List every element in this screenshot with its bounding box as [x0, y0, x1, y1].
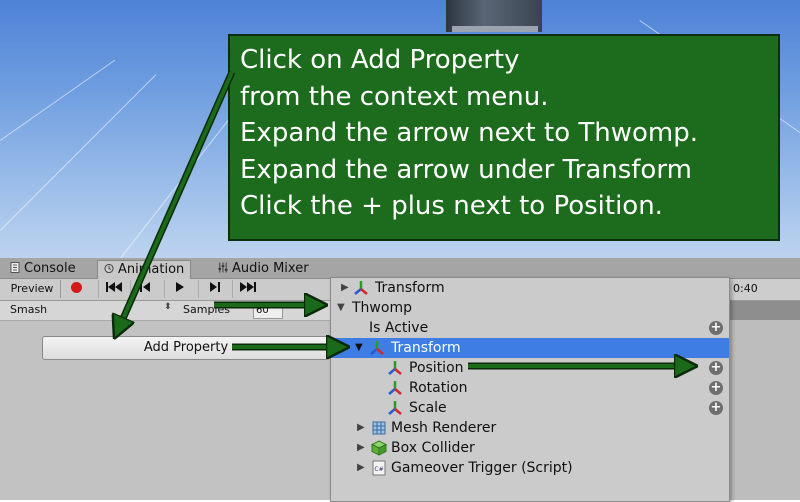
menu-item-label: Scale — [409, 400, 447, 416]
tab-animation-label: Animation — [118, 262, 185, 277]
expand-arrow-icon: ▶ — [357, 462, 365, 473]
expand-arrow-icon: ▶ — [357, 442, 365, 453]
floor-grid-line — [0, 59, 116, 141]
last-key-button[interactable] — [232, 280, 263, 298]
record-button[interactable] — [66, 280, 86, 298]
callout-line: Click the + plus next to Position. — [240, 191, 663, 221]
menu-item-label: Transform — [391, 340, 461, 356]
box-collider-icon — [371, 440, 387, 456]
samples-field[interactable]: 60 — [253, 303, 283, 319]
expanded-arrow-icon: ▼ — [337, 302, 345, 313]
add-plus-icon[interactable]: + — [709, 321, 723, 335]
play-icon — [176, 282, 184, 292]
menu-item-scale[interactable]: Scale + — [331, 398, 729, 418]
tab-console[interactable]: Console — [4, 260, 82, 278]
tab-animation[interactable]: Animation — [97, 260, 192, 279]
updown-arrow-icon: ⬍ — [164, 302, 172, 312]
timeline-keyframe-strip[interactable] — [728, 301, 800, 320]
callout-line: Expand the arrow next to Thwomp. — [240, 118, 699, 148]
floor-grid-line — [120, 100, 244, 258]
script-icon: C# — [372, 460, 386, 476]
menu-item-thwomp[interactable]: ▼ Thwomp — [331, 298, 729, 318]
next-key-button[interactable] — [198, 280, 229, 298]
play-button[interactable] — [164, 280, 195, 298]
callout-line: Click on Add Property — [240, 45, 520, 75]
preview-button[interactable]: Preview — [4, 280, 61, 298]
menu-item-position[interactable]: Position + — [331, 358, 729, 378]
expand-arrow-icon: ▶ — [357, 422, 365, 433]
first-key-button[interactable] — [98, 280, 129, 298]
menu-item-label: Gameover Trigger (Script) — [391, 460, 573, 476]
transform-icon — [370, 341, 384, 355]
menu-item-rotation[interactable]: Rotation + — [331, 378, 729, 398]
menu-item-label: Box Collider — [391, 440, 475, 456]
add-position-plus-icon[interactable]: + — [709, 361, 723, 375]
menu-item-label: Thwomp — [352, 300, 412, 316]
record-icon — [70, 282, 82, 293]
menu-item-box-collider[interactable]: ▶ Box Collider — [331, 438, 729, 458]
next-key-icon — [210, 282, 220, 292]
clip-dropdown[interactable]: Smash — [10, 303, 47, 316]
menu-item-label: Mesh Renderer — [391, 420, 497, 436]
expand-arrow-icon: ▶ — [341, 282, 349, 293]
tab-audio-mixer-label: Audio Mixer — [232, 261, 309, 276]
menu-item-thwomp-transform[interactable]: ▼ Transform — [331, 338, 729, 358]
time-label: 0:40 — [733, 282, 758, 295]
last-key-icon — [240, 282, 256, 292]
svg-text:C#: C# — [374, 466, 383, 473]
console-icon — [10, 262, 20, 273]
callout-line: Expand the arrow under Transform — [240, 154, 692, 185]
thwomp-base — [452, 26, 538, 32]
menu-item-label: Is Active — [369, 320, 429, 336]
menu-item-mesh-renderer[interactable]: ▶ Mesh Renderer — [331, 418, 729, 438]
add-property-menu: ▶ Transform ▼ Thwomp Is Active + ▼ Trans… — [330, 277, 730, 502]
mesh-renderer-icon — [372, 421, 386, 435]
instruction-callout: Click on Add Property from the context m… — [228, 34, 780, 241]
tab-console-label: Console — [24, 261, 76, 276]
menu-item-label: Transform — [375, 280, 445, 296]
callout-line: from the context menu. — [240, 81, 549, 112]
add-property-button[interactable]: Add Property — [42, 336, 330, 360]
prev-key-button[interactable] — [130, 280, 161, 298]
floor-grid-line — [0, 74, 157, 231]
menu-item-label: Rotation — [409, 380, 468, 396]
menu-item-is-active[interactable]: Is Active + — [331, 318, 729, 338]
menu-item-label: Position — [409, 360, 464, 376]
sliders-icon — [218, 262, 228, 273]
timeline-area[interactable] — [728, 320, 800, 500]
prev-key-icon — [140, 282, 150, 292]
add-plus-icon[interactable]: + — [709, 401, 723, 415]
menu-item-gameover-trigger[interactable]: ▶ C# Gameover Trigger (Script) — [331, 458, 729, 478]
transform-icon — [388, 361, 402, 375]
add-plus-icon[interactable]: + — [709, 381, 723, 395]
first-key-icon — [106, 282, 122, 292]
menu-item-transform[interactable]: ▶ Transform — [331, 278, 729, 298]
samples-label: Samples — [183, 303, 230, 316]
transform-icon — [388, 381, 402, 395]
clock-icon — [104, 263, 114, 274]
clip-row: Smash ⬍ Samples 60 — [0, 301, 330, 321]
expanded-arrow-icon: ▼ — [355, 342, 363, 353]
panel-tab-bar: Console Animation Audio Mixer — [0, 258, 800, 279]
transform-icon — [354, 281, 368, 295]
tab-audio-mixer[interactable]: Audio Mixer — [212, 260, 315, 278]
transform-icon — [388, 401, 402, 415]
